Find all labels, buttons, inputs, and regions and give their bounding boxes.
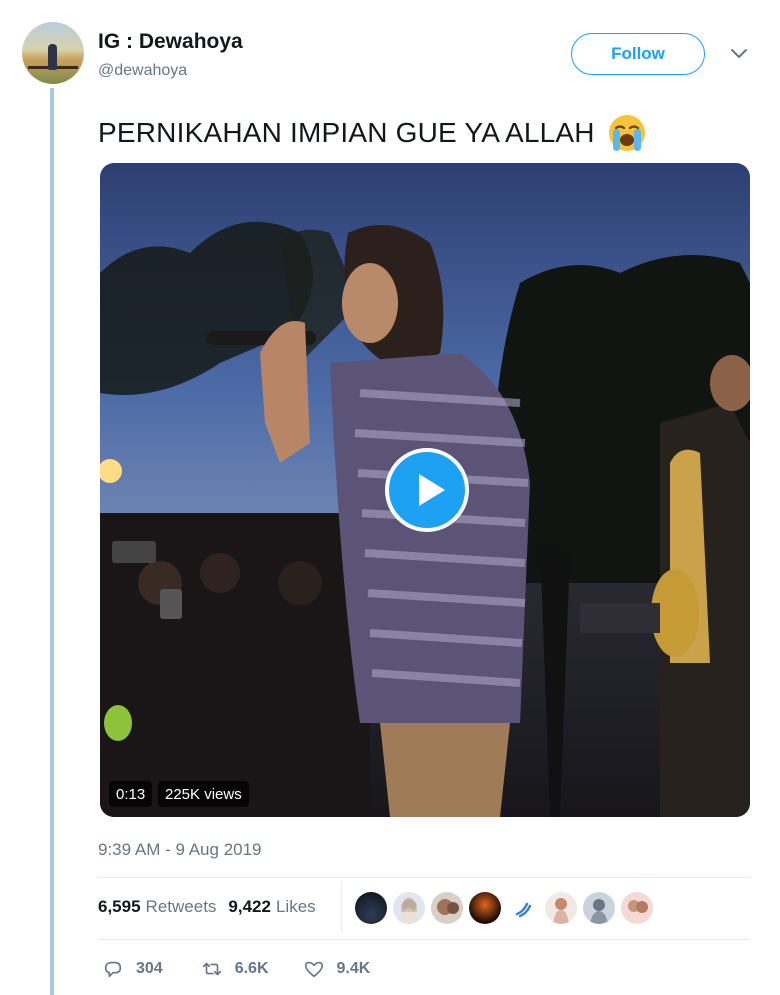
retweet-icon bbox=[202, 962, 221, 976]
liker-avatar[interactable] bbox=[545, 892, 577, 924]
divider-bottom bbox=[98, 939, 750, 940]
video-views: 225K views bbox=[158, 781, 249, 807]
tweet-stats: 6,595 Retweets 9,422 Likes bbox=[98, 897, 316, 917]
loudly-crying-face-icon bbox=[608, 115, 645, 151]
reply-button[interactable]: 304 bbox=[102, 958, 163, 980]
liker-avatar[interactable] bbox=[507, 892, 539, 924]
video-player[interactable]: 0:13 225K views bbox=[100, 163, 750, 817]
retweets-stat[interactable]: 6,595 Retweets bbox=[98, 897, 216, 917]
play-button[interactable] bbox=[385, 448, 469, 532]
like-button[interactable]: 9.4K bbox=[303, 958, 371, 980]
reply-icon bbox=[104, 961, 122, 978]
liker-avatar[interactable] bbox=[431, 892, 463, 924]
retweet-button[interactable]: 6.6K bbox=[201, 958, 269, 980]
thread-line bbox=[50, 88, 54, 995]
retweet-count: 6.6K bbox=[234, 960, 269, 977]
author-handle[interactable]: @dewahoya bbox=[98, 62, 187, 80]
follow-button[interactable]: Follow bbox=[571, 33, 705, 75]
tweet-timestamp[interactable]: 9:39 AM - 9 Aug 2019 bbox=[98, 840, 262, 860]
chevron-down-icon[interactable] bbox=[729, 44, 749, 64]
tweet-text-content: PERNIKAHAN IMPIAN GUE YA ALLAH bbox=[98, 117, 595, 148]
likes-stat[interactable]: 9,422 Likes bbox=[228, 897, 315, 917]
liker-avatar[interactable] bbox=[583, 892, 615, 924]
divider-top bbox=[98, 877, 750, 878]
video-duration: 0:13 bbox=[109, 781, 153, 807]
tweet-actions: 304 6.6K 9.4K bbox=[102, 958, 370, 980]
stats-separator bbox=[341, 882, 342, 932]
liker-avatars bbox=[355, 892, 653, 924]
liker-avatar[interactable] bbox=[393, 892, 425, 924]
reply-count: 304 bbox=[136, 960, 163, 977]
avatar[interactable] bbox=[22, 22, 84, 84]
liker-avatar[interactable] bbox=[621, 892, 653, 924]
liker-avatar[interactable] bbox=[469, 892, 501, 924]
tweet-text: PERNIKAHAN IMPIAN GUE YA ALLAH bbox=[98, 113, 647, 153]
like-count: 9.4K bbox=[336, 960, 371, 977]
play-icon bbox=[419, 474, 445, 506]
author-name[interactable]: IG : Dewahoya bbox=[98, 30, 243, 54]
liker-avatar[interactable] bbox=[355, 892, 387, 924]
heart-icon bbox=[304, 961, 323, 978]
